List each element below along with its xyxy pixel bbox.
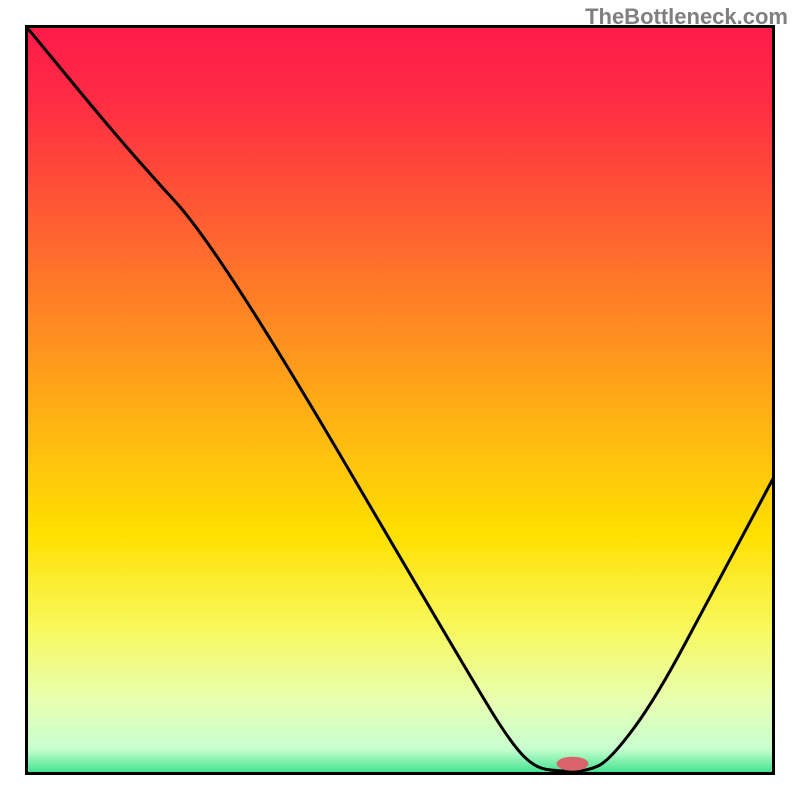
optimal-marker — [557, 757, 589, 771]
watermark-text: TheBottleneck.com — [585, 4, 788, 30]
chart-plot — [25, 25, 775, 775]
gradient-background — [25, 25, 775, 775]
chart-container: TheBottleneck.com — [0, 0, 800, 800]
chart-svg — [25, 25, 775, 775]
